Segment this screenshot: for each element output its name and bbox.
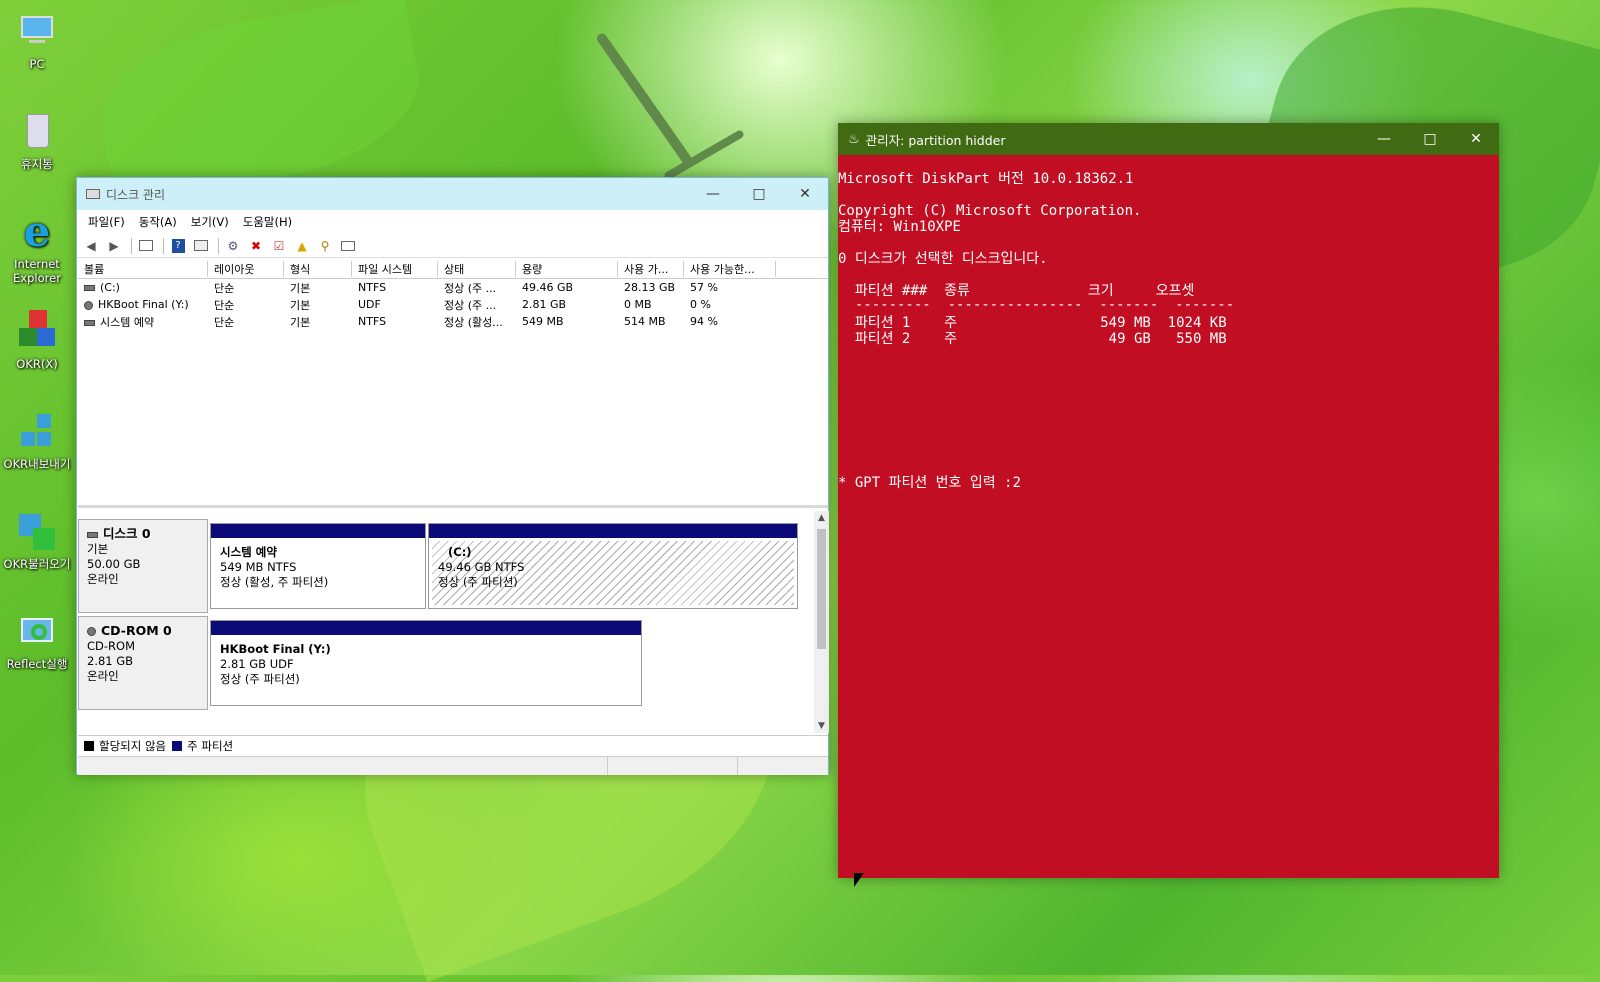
cdrom-0-row: CD-ROM 0 CD-ROM 2.81 GB 온라인 HKBoot Final…	[78, 616, 812, 710]
okr-cube-icon	[15, 310, 59, 354]
column-header-layout[interactable]: 레이아웃	[208, 261, 284, 277]
console-line: Microsoft DiskPart 버전 10.0.18362.1	[838, 171, 1134, 187]
desktop-icon-okr-import[interactable]: OKR불러오기	[0, 510, 74, 571]
desktop-icon-okr[interactable]: OKR(X)	[0, 310, 74, 371]
volume-icon	[84, 285, 95, 291]
toolbar-separator	[218, 237, 219, 254]
disk-graph-view: 디스크 0 기본 50.00 GB 온라인 시스템 예약 549 MB NTFS…	[78, 511, 812, 733]
column-header-capacity[interactable]: 용량	[516, 261, 618, 277]
toolbar: ◀ ▶ ? ⚙ ✖ ☑ ▲ ⚲	[77, 234, 828, 258]
console-line: 0 디스크가 선택한 디스크입니다.	[838, 251, 1048, 267]
help-icon[interactable]: ?	[168, 237, 188, 255]
settings-panel-icon[interactable]	[338, 237, 358, 255]
show-hide-console-tree-icon[interactable]	[136, 237, 156, 255]
primary-partition-bar	[429, 524, 797, 538]
volume-list-header: 볼륨 레이아웃 형식 파일 시스템 상태 용량 사용 가... 사용 가능한..…	[78, 260, 828, 279]
diskpart-console-window: ♨ 관리자: partition hidder — □ ✕ Microsoft …	[838, 123, 1499, 878]
table-row[interactable]: 시스템 예약 단순 기본 NTFS 정상 (활성... 549 MB 514 M…	[78, 313, 828, 330]
forward-icon[interactable]: ▶	[104, 237, 124, 255]
internet-explorer-icon: e	[23, 207, 51, 256]
properties-icon[interactable]	[191, 237, 211, 255]
connect-icon[interactable]: ⚙	[223, 237, 243, 255]
legend: 할당되지 않음 주 파티션	[78, 735, 828, 755]
maximize-button[interactable]: □	[736, 178, 782, 210]
console-line: 컴퓨터: Win10XPE	[838, 219, 961, 235]
menu-view[interactable]: 보기(V)	[184, 214, 236, 230]
disk-0-row: 디스크 0 기본 50.00 GB 온라인 시스템 예약 549 MB NTFS…	[78, 519, 812, 613]
check-icon[interactable]: ☑	[269, 237, 289, 255]
mouse-pointer-icon	[854, 873, 864, 887]
column-header-type[interactable]: 형식	[284, 261, 352, 277]
console-icon: ♨	[848, 131, 860, 147]
column-header-status[interactable]: 상태	[438, 261, 516, 277]
scrollbar-thumb[interactable]	[817, 529, 826, 649]
table-row[interactable]: HKBoot Final (Y:) 단순 기본 UDF 정상 (주 ... 2.…	[78, 296, 828, 313]
desktop-icon-internet-explorer[interactable]: e Internet Explorer	[0, 207, 74, 286]
delete-icon[interactable]: ✖	[246, 237, 266, 255]
desktop-icon-recycle-bin[interactable]: 휴지통	[0, 110, 74, 171]
cdrom-icon	[87, 627, 96, 636]
leaf-decoration	[88, 0, 432, 207]
console-line: --------- ---------------- ------- -----…	[838, 297, 1235, 313]
monitor-icon	[15, 10, 59, 54]
window-title: 관리자: partition hidder	[865, 132, 1006, 148]
cdrom-0-label[interactable]: CD-ROM 0 CD-ROM 2.81 GB 온라인	[78, 616, 208, 710]
toolbar-separator	[131, 237, 132, 254]
primary-partition-swatch	[172, 740, 183, 751]
maximize-button[interactable]: □	[1407, 123, 1453, 155]
primary-partition-bar	[211, 524, 425, 538]
disk-management-window: 디스크 관리 — □ ✕ 파일(F) 동작(A) 보기(V) 도움말(H) ◀ …	[76, 177, 829, 775]
vertical-scrollbar[interactable]: ▲ ▼	[814, 511, 829, 733]
primary-partition-bar	[211, 621, 641, 635]
scroll-down-icon[interactable]: ▼	[814, 721, 829, 731]
console-prompt[interactable]: * GPT 파티션 번호 입력 :2	[838, 475, 1021, 491]
menu-bar: 파일(F) 동작(A) 보기(V) 도움말(H)	[77, 210, 828, 234]
toolbar-separator	[163, 237, 164, 254]
console-line: 파티션 1 주 549 MB 1024 KB	[838, 315, 1227, 331]
disk-icon	[87, 531, 98, 538]
table-row[interactable]: (C:) 단순 기본 NTFS 정상 (주 ... 49.46 GB 28.13…	[78, 279, 828, 296]
close-button[interactable]: ✕	[782, 178, 828, 210]
column-header-volume[interactable]: 볼륨	[78, 261, 208, 277]
desktop-icon-pc[interactable]: PC	[0, 10, 74, 71]
scroll-up-icon[interactable]: ▲	[814, 513, 829, 523]
partition-c-drive[interactable]: (C:) 49.46 GB NTFS 정상 (주 파티션)	[428, 523, 798, 609]
reflect-icon	[15, 610, 59, 654]
okr-import-icon	[15, 510, 59, 554]
search-icon[interactable]: ⚲	[315, 237, 335, 255]
back-icon[interactable]: ◀	[81, 237, 101, 255]
console-line: 파티션 2 주 49 GB 550 MB	[838, 331, 1227, 347]
partition-system-reserved[interactable]: 시스템 예약 549 MB NTFS 정상 (활성, 주 파티션)	[210, 523, 426, 609]
folder-up-icon[interactable]: ▲	[292, 237, 312, 255]
title-bar[interactable]: ♨ 관리자: partition hidder — □ ✕	[838, 123, 1499, 155]
menu-help[interactable]: 도움말(H)	[236, 214, 299, 230]
menu-file[interactable]: 파일(F)	[81, 214, 132, 230]
minimize-button[interactable]: —	[1361, 123, 1407, 155]
disk-0-label[interactable]: 디스크 0 기본 50.00 GB 온라인	[78, 519, 208, 613]
unallocated-swatch	[84, 740, 94, 751]
desktop-icon-okr-export[interactable]: OKR내보내기	[0, 410, 74, 471]
column-header-free-space[interactable]: 사용 가...	[618, 261, 684, 277]
column-header-percent-free[interactable]: 사용 가능한...	[684, 261, 776, 277]
desktop-icon-reflect[interactable]: Reflect실행	[0, 610, 74, 671]
okr-export-icon	[15, 410, 59, 454]
column-header-filesystem[interactable]: 파일 시스템	[352, 261, 438, 277]
volume-icon	[84, 319, 95, 326]
console-line: Copyright (C) Microsoft Corporation.	[838, 203, 1142, 219]
status-bar	[78, 756, 828, 775]
disk-management-icon	[86, 189, 100, 199]
minimize-button[interactable]: —	[690, 178, 736, 210]
cdrom-icon	[84, 300, 93, 310]
volume-list: 볼륨 레이아웃 형식 파일 시스템 상태 용량 사용 가... 사용 가능한..…	[78, 260, 828, 508]
branch-decoration	[595, 31, 695, 169]
menu-action[interactable]: 동작(A)	[132, 214, 184, 230]
close-button[interactable]: ✕	[1453, 123, 1499, 155]
title-bar[interactable]: 디스크 관리 — □ ✕	[77, 178, 828, 210]
partition-hkboot[interactable]: HKBoot Final (Y:) 2.81 GB UDF 정상 (주 파티션)	[210, 620, 642, 706]
window-title: 디스크 관리	[106, 187, 166, 202]
recycle-bin-icon	[15, 110, 59, 154]
